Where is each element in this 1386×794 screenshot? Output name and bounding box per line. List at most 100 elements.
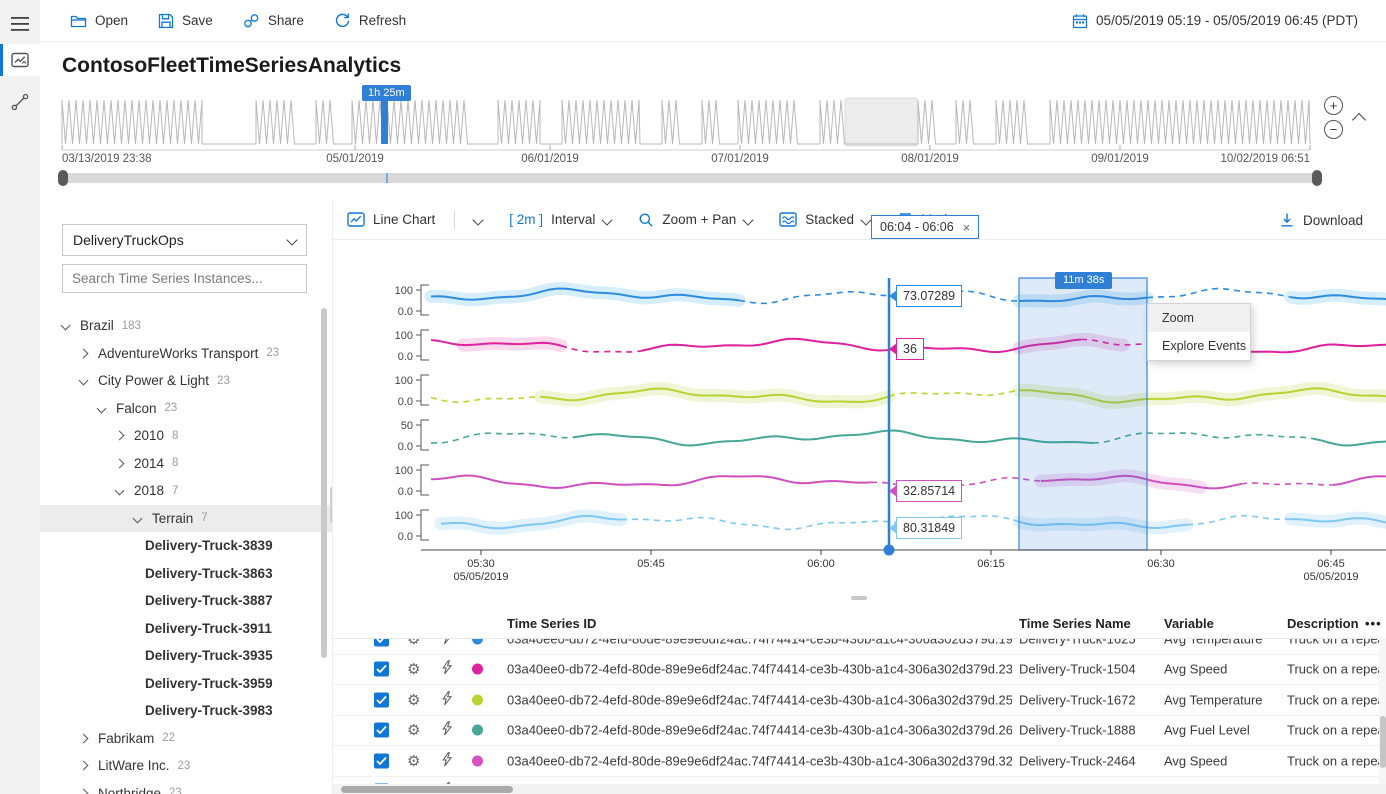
check-icon: [376, 726, 387, 735]
gear-icon[interactable]: ⚙: [407, 752, 420, 770]
stacked-chart-icon: [779, 212, 797, 228]
tree-item-label: Delivery-Truck-3983: [145, 703, 273, 718]
tree-item-delivery-truck-3839[interactable]: Delivery-Truck-3839: [40, 532, 332, 560]
time-range-picker[interactable]: 05/05/2019 05:19 - 05/05/2019 06:45 (PDT…: [1072, 13, 1386, 29]
tree-item-2014[interactable]: 20148: [40, 450, 332, 478]
nav-analyze-tab[interactable]: [0, 44, 40, 76]
hamburger-menu-button[interactable]: [0, 8, 40, 40]
more-columns-button[interactable]: •••: [1365, 616, 1382, 631]
svg-text:0.0: 0.0: [398, 531, 413, 543]
events-bolt-icon[interactable]: [440, 721, 452, 739]
events-bolt-icon[interactable]: [440, 691, 452, 709]
chevron-down-icon: [602, 214, 613, 225]
gear-icon[interactable]: ⚙: [407, 660, 420, 678]
gear-icon[interactable]: ⚙: [407, 691, 420, 709]
series-table-rows: ⚙03a40ee0-db72-4efd-80de-89e9e6df24ac.74…: [333, 638, 1386, 794]
tree-item-label: Terrain: [152, 511, 193, 526]
tree-item-city-power-light[interactable]: City Power & Light23: [40, 367, 332, 395]
time-series-name: Delivery-Truck-1504: [1019, 662, 1159, 677]
availability-axis-label: 06/01/2019: [521, 153, 579, 165]
share-button[interactable]: Share: [243, 13, 304, 29]
tree-item-delivery-truck-3959[interactable]: Delivery-Truck-3959: [40, 670, 332, 698]
svg-text:0.0: 0.0: [398, 306, 413, 318]
share-label: Share: [268, 13, 304, 28]
table-row[interactable]: ⚙03a40ee0-db72-4efd-80de-89e9e6df24ac.74…: [333, 716, 1386, 747]
events-bolt-icon[interactable]: [440, 660, 452, 678]
tree-item-falcon[interactable]: Falcon23: [40, 395, 332, 423]
context-menu-zoom[interactable]: Zoom: [1148, 304, 1250, 332]
brush-handle-left[interactable]: [58, 170, 68, 186]
row-checkbox[interactable]: [374, 662, 389, 677]
refresh-button[interactable]: Refresh: [334, 12, 406, 29]
marker-value: 73.07289: [903, 289, 955, 303]
interval-label: Interval: [551, 212, 595, 227]
tree-item-northridge[interactable]: Northridge23: [40, 780, 332, 794]
chevron-down-icon: [860, 214, 871, 225]
panel-resize-handle[interactable]: [851, 596, 867, 600]
interval-value: [ 2m ]: [509, 212, 543, 227]
tree-item-delivery-truck-3863[interactable]: Delivery-Truck-3863: [40, 560, 332, 588]
tree-item-label: City Power & Light: [98, 373, 209, 388]
zoom-pan-button[interactable]: Zoom + Pan: [638, 212, 752, 228]
timeline-zoom-in-button[interactable]: +: [1324, 96, 1343, 115]
events-bolt-icon[interactable]: [440, 752, 452, 770]
brush-handle-right[interactable]: [1312, 170, 1322, 186]
time-range-label: 05/05/2019 05:19 - 05/05/2019 06:45 (PDT…: [1096, 13, 1358, 28]
timeline-collapse-button[interactable]: [1354, 112, 1364, 130]
table-horizontal-scrollbar[interactable]: [333, 784, 1386, 794]
tree-item-litware-inc-[interactable]: LitWare Inc.23: [40, 752, 332, 780]
col-variable: Variable: [1164, 616, 1214, 631]
scrollbar-thumb[interactable]: [1380, 716, 1386, 768]
timeline-zoom-out-button[interactable]: −: [1324, 120, 1343, 139]
table-row[interactable]: ⚙03a40ee0-db72-4efd-80de-89e9e6df24ac.74…: [333, 746, 1386, 777]
svg-text:100: 100: [395, 330, 413, 342]
tree-item-label: AdventureWorks Transport: [98, 346, 258, 361]
series-table-header: Time Series ID Time Series Name Variable…: [333, 610, 1386, 639]
tree-item-adventureworks-transport[interactable]: AdventureWorks Transport 23: [40, 340, 332, 368]
tree-scrollbar[interactable]: [321, 308, 327, 658]
download-button[interactable]: Download: [1279, 200, 1363, 240]
tree-item-terrain[interactable]: Terrain7: [40, 505, 332, 533]
tree-item-label: Brazil: [80, 318, 114, 333]
table-row[interactable]: ⚙03a40ee0-db72-4efd-80de-89e9e6df24ac.74…: [333, 685, 1386, 716]
context-menu-explore-events[interactable]: Explore Events: [1148, 332, 1250, 360]
availability-selection-handle[interactable]: [381, 100, 388, 144]
chevron-down-icon: [133, 513, 143, 523]
tree-item-count: 23: [266, 347, 279, 359]
row-checkbox[interactable]: [374, 753, 389, 768]
row-checkbox[interactable]: [374, 723, 389, 738]
open-button[interactable]: Open: [70, 13, 128, 29]
tree-item-brazil[interactable]: Brazil183: [40, 312, 332, 340]
tree-item-delivery-truck-3935[interactable]: Delivery-Truck-3935: [40, 642, 332, 670]
chart-selection-region[interactable]: [1019, 278, 1147, 550]
scrollbar-thumb[interactable]: [341, 786, 513, 793]
tree-item-delivery-truck-3887[interactable]: Delivery-Truck-3887: [40, 587, 332, 615]
availability-axis-label: 07/01/2019: [711, 153, 769, 165]
table-row[interactable]: ⚙03a40ee0-db72-4efd-80de-89e9e6df24ac.74…: [333, 655, 1386, 686]
time-marker-handle[interactable]: [884, 545, 895, 556]
chevron-up-icon: [1352, 113, 1366, 127]
row-checkbox[interactable]: [374, 692, 389, 707]
search-input[interactable]: [62, 264, 307, 293]
time-series-chart[interactable]: 1000.01000.01000.0500.01000.01000.005:30…: [333, 240, 1386, 600]
save-button[interactable]: Save: [158, 13, 213, 29]
tree-item-2018[interactable]: 20187: [40, 477, 332, 505]
tree-item-delivery-truck-3911[interactable]: Delivery-Truck-3911: [40, 615, 332, 643]
marker-range-box[interactable]: 06:04 - 06:06 ×: [871, 215, 979, 239]
hierarchy-dropdown[interactable]: DeliveryTruckOps: [62, 224, 307, 256]
chevron-down-icon: [743, 214, 754, 225]
chevron-down-icon: [473, 214, 484, 225]
chart-type-button[interactable]: Line Chart: [347, 211, 482, 229]
close-icon[interactable]: ×: [963, 220, 971, 235]
tree-item-fabrikam[interactable]: Fabrikam22: [40, 725, 332, 753]
availability-timeline[interactable]: [0, 84, 1386, 154]
gear-icon[interactable]: ⚙: [407, 721, 420, 739]
stacked-button[interactable]: Stacked: [779, 212, 870, 228]
tree-item-delivery-truck-3983[interactable]: Delivery-Truck-3983: [40, 697, 332, 725]
tree-item-count: 8: [172, 457, 178, 469]
table-vertical-scrollbar[interactable]: [1379, 638, 1386, 784]
interval-button[interactable]: [ 2m ] Interval: [509, 212, 611, 227]
svg-text:0.0: 0.0: [398, 396, 413, 408]
tree-item-2010[interactable]: 20108: [40, 422, 332, 450]
timeline-brush-track[interactable]: [62, 173, 1318, 183]
